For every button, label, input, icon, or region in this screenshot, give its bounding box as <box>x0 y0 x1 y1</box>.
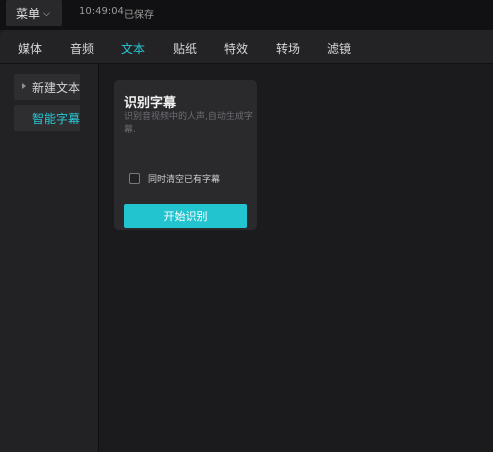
save-time: 10:49:04 <box>79 6 124 17</box>
chevron-down-icon: ⌵ <box>43 8 50 19</box>
sidebar-item-label: 新建文本 <box>32 80 81 95</box>
tab-media[interactable]: 媒体 <box>18 40 42 57</box>
tab-effects[interactable]: 特效 <box>224 40 248 57</box>
sidebar-item-label: 智能字幕 <box>32 111 81 126</box>
tab-text[interactable]: 文本 <box>121 40 145 57</box>
sidebar-item-new-text[interactable]: 新建文本 <box>14 74 80 100</box>
sidebar-item-auto-captions[interactable]: 智能字幕 <box>14 105 80 131</box>
category-tabs: 媒体 音频 文本 贴纸 特效 转场 滤镜 <box>0 30 493 64</box>
main-panel: 识别字幕 识别音视频中的人声,自动生成字幕. 同时清空已有字幕 开始识别 <box>100 64 493 452</box>
save-status: 已保存 <box>124 10 154 21</box>
tab-audio[interactable]: 音频 <box>70 40 94 57</box>
checkbox-label: 同时清空已有字幕 <box>148 175 221 185</box>
tab-transitions[interactable]: 转场 <box>276 40 300 57</box>
tab-stickers[interactable]: 贴纸 <box>173 40 197 57</box>
card-description: 识别音视频中的人声,自动生成字幕. <box>124 112 253 135</box>
caret-right-icon <box>22 83 26 89</box>
start-recognition-button[interactable]: 开始识别 <box>124 204 247 228</box>
title-bar: 菜单 ⌵ 10:49:04 已保存 <box>0 0 493 30</box>
clear-existing-checkbox[interactable] <box>129 173 140 184</box>
tab-filters[interactable]: 滤镜 <box>327 40 351 57</box>
sidebar: 新建文本 智能字幕 <box>0 64 99 452</box>
menu-button[interactable]: 菜单 ⌵ <box>6 0 62 26</box>
caption-recognition-card: 识别字幕 识别音视频中的人声,自动生成字幕. 同时清空已有字幕 开始识别 <box>114 80 257 230</box>
card-title: 识别字幕 <box>124 96 177 111</box>
menu-label: 菜单 <box>16 6 41 21</box>
